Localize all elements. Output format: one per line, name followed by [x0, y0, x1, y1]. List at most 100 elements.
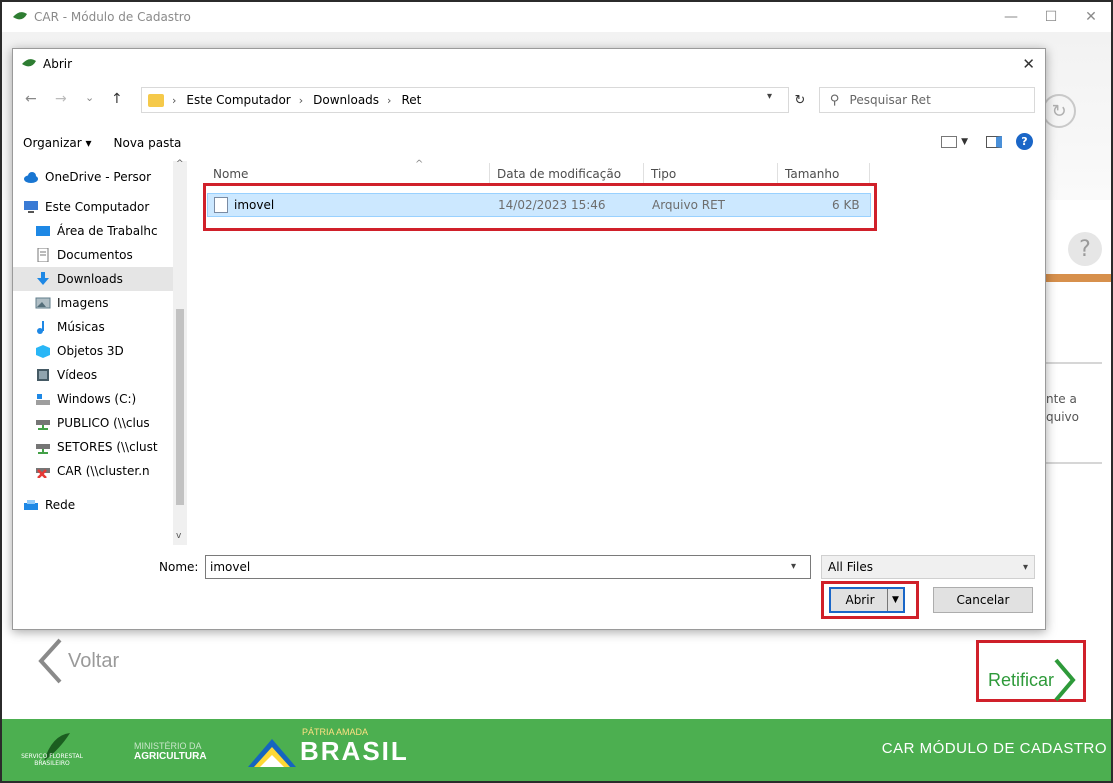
nav-item-windows-c[interactable]: Windows (C:) — [35, 387, 187, 411]
nav-item-3d-objects[interactable]: Objetos 3D — [35, 339, 187, 363]
dialog-titlebar: Abrir ✕ — [13, 49, 1045, 79]
column-separator[interactable] — [489, 163, 490, 185]
nav-item-label: Imagens — [57, 296, 109, 310]
forward-arrow-icon[interactable]: → — [55, 91, 67, 107]
back-button[interactable]: Voltar — [38, 638, 119, 684]
dialog-toolbar: Organizar ▾ Nova pasta ▼ ? — [13, 129, 1045, 157]
ministry-line: AGRICULTURA — [134, 751, 207, 762]
view-dropdown-icon[interactable]: ▼ — [961, 137, 968, 147]
nav-item-label: SETORES (\\clust — [57, 440, 158, 454]
dialog-buttons: Abrir ▼ Cancelar — [13, 581, 1045, 619]
address-bar[interactable]: › Este Computador › Downloads › Ret — [141, 87, 789, 113]
back-arrow-icon[interactable]: ← — [25, 91, 37, 107]
nav-item-label: Área de Trabalhc — [57, 224, 158, 238]
nav-item-label: Rede — [45, 498, 76, 512]
navigation-pane: OneDrive - Persor Este Computador Área d… — [13, 161, 187, 545]
nav-item-music[interactable]: Músicas — [35, 315, 187, 339]
network-drive-icon — [36, 420, 50, 430]
file-type-select[interactable]: All Files ▾ — [821, 555, 1035, 579]
refresh-icon[interactable]: ↻ — [1042, 94, 1076, 128]
organize-button[interactable]: Organizar ▾ — [23, 136, 92, 150]
column-separator[interactable] — [777, 163, 778, 185]
file-highlight-box — [203, 183, 877, 231]
scroll-down-icon[interactable]: v — [176, 531, 181, 541]
nav-item-desktop[interactable]: Área de Trabalhc — [35, 219, 187, 243]
nav-item-this-pc[interactable]: Este Computador — [23, 195, 183, 219]
search-icon: ⚲ — [830, 92, 840, 108]
nav-item-network[interactable]: Rede — [23, 493, 183, 517]
address-dropdown-icon[interactable]: ▾ — [767, 91, 772, 102]
open-button[interactable]: Abrir ▼ — [829, 587, 905, 613]
nav-scrollbar-thumb[interactable] — [176, 309, 184, 505]
scroll-up-icon[interactable]: ^ — [176, 159, 184, 169]
nav-item-pictures[interactable]: Imagens — [35, 291, 187, 315]
search-input[interactable]: ⚲ Pesquisar Ret — [819, 87, 1035, 113]
close-button[interactable]: ✕ — [1071, 2, 1111, 32]
chevron-right-icon — [1054, 658, 1076, 702]
nav-item-videos[interactable]: Vídeos — [35, 363, 187, 387]
breadcrumb-separator: › — [172, 93, 177, 107]
nav-item-label: Vídeos — [57, 368, 98, 382]
window-controls: — ☐ ✕ — [991, 2, 1111, 32]
breadcrumb-item[interactable]: Este Computador — [186, 93, 290, 107]
nav-item-label: CAR (\\cluster.n — [57, 464, 150, 478]
refresh-icon[interactable]: ↻ — [787, 87, 813, 113]
breadcrumb-item[interactable]: Ret — [401, 93, 421, 107]
nav-item-setores[interactable]: SETORES (\\clust — [35, 435, 187, 459]
nav-item-label: Músicas — [57, 320, 105, 334]
nav-item-label: PUBLICO (\\clus — [57, 416, 150, 430]
brasil-text: BRASIL — [300, 736, 409, 766]
filename-label: Nome: — [159, 560, 199, 574]
nav-item-downloads[interactable]: Downloads — [13, 267, 173, 291]
nav-item-onedrive[interactable]: OneDrive - Persor — [23, 165, 183, 189]
app-title: CAR - Módulo de Cadastro — [34, 10, 191, 24]
sfb-logo-text: SERVIÇO FLORESTAL BRASILEIRO — [21, 753, 83, 767]
filename-dropdown-icon[interactable]: ▾ — [791, 561, 796, 572]
computer-icon — [24, 201, 38, 213]
ministry-logo: MINISTÉRIO DA AGRICULTURA — [134, 741, 207, 762]
nav-item-publico[interactable]: PUBLICO (\\clus — [35, 411, 187, 435]
desktop-icon — [36, 226, 50, 236]
column-separator[interactable] — [643, 163, 644, 185]
nav-item-label: OneDrive - Persor — [45, 170, 152, 184]
network-drive-disconnected-icon — [36, 468, 50, 478]
download-icon — [37, 272, 49, 285]
help-icon[interactable]: ? — [1016, 133, 1033, 150]
cancel-button[interactable]: Cancelar — [933, 587, 1033, 613]
maximize-button[interactable]: ☐ — [1031, 2, 1071, 32]
nav-item-car[interactable]: CAR (\\cluster.n — [35, 459, 187, 483]
network-drive-icon — [36, 444, 50, 454]
rectify-button-label: Retificar — [988, 669, 1055, 690]
rectify-button[interactable]: Retificar — [988, 658, 1076, 702]
nav-item-documents[interactable]: Documentos — [35, 243, 187, 267]
preview-pane-icon[interactable] — [986, 135, 1002, 148]
side-text: nte a quivo — [1046, 390, 1079, 426]
breadcrumb-item[interactable]: Downloads — [313, 93, 379, 107]
nav-item-label: Downloads — [57, 272, 123, 286]
divider — [1042, 362, 1102, 364]
side-text-line: quivo — [1046, 410, 1079, 424]
up-arrow-icon[interactable]: ↑ — [111, 91, 123, 107]
nav-scrollbar[interactable]: ^ v — [173, 159, 187, 545]
footer: SERVIÇO FLORESTAL BRASILEIRO MINISTÉRIO … — [2, 719, 1111, 781]
minimize-button[interactable]: — — [991, 2, 1031, 32]
recent-locations-icon[interactable]: ⌄ — [85, 91, 94, 104]
open-file-dialog: Abrir ✕ ← → ⌄ ↑ › Este Computador › Down… — [12, 48, 1046, 630]
new-folder-button[interactable]: Nova pasta — [114, 136, 182, 150]
address-row: ← → ⌄ ↑ › Este Computador › Downloads › … — [13, 85, 1045, 115]
filename-input[interactable]: imovel — [205, 555, 811, 579]
music-icon — [37, 321, 44, 334]
filename-row: Nome: imovel ▾ All Files ▾ — [13, 555, 1045, 581]
dialog-close-button[interactable]: ✕ — [1022, 55, 1035, 73]
chevron-down-icon: ▾ — [1022, 562, 1028, 573]
search-placeholder: Pesquisar Ret — [849, 93, 931, 107]
open-split-dropdown-icon[interactable]: ▼ — [887, 589, 903, 611]
column-separator[interactable] — [869, 163, 870, 185]
help-circle-icon[interactable]: ? — [1068, 232, 1102, 266]
view-options-icon[interactable] — [941, 135, 958, 148]
ministry-line: MINISTÉRIO DA — [134, 741, 202, 751]
car-leaf-icon — [21, 55, 37, 74]
screen-frame: CAR - Módulo de Cadastro — ☐ ✕ ↻ ? nte a… — [0, 0, 1113, 783]
nav-item-label: Este Computador — [45, 200, 150, 214]
app-titlebar: CAR - Módulo de Cadastro — ☐ ✕ — [2, 2, 1111, 32]
